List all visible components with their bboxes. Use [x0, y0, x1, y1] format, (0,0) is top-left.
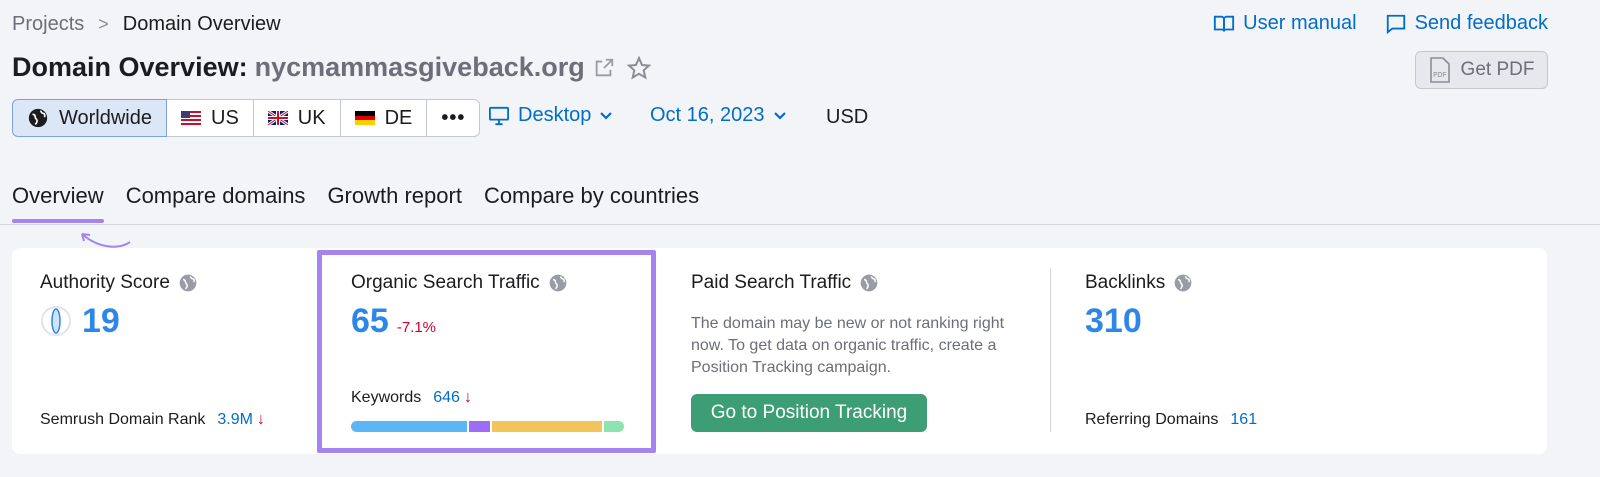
- desktop-icon: [489, 106, 509, 125]
- region-us-button[interactable]: US: [166, 99, 254, 137]
- send-feedback-label: Send feedback: [1414, 12, 1548, 34]
- tab-growth-report[interactable]: Growth report: [327, 183, 462, 223]
- region-de-button[interactable]: DE: [339, 99, 428, 137]
- organic-traffic-delta: -7.1%: [396, 319, 437, 336]
- bar-segment-4: [604, 421, 624, 432]
- go-to-position-tracking-button[interactable]: Go to Position Tracking: [691, 394, 927, 432]
- chevron-down-icon: [773, 111, 786, 120]
- get-pdf-button[interactable]: PDF Get PDF: [1415, 51, 1548, 89]
- user-manual-label: User manual: [1243, 12, 1357, 34]
- chevron-down-icon: [600, 111, 613, 120]
- keywords-value[interactable]: 646: [433, 389, 460, 407]
- star-icon[interactable]: [626, 55, 651, 80]
- organic-traffic-title: Organic Search Traffic: [351, 272, 568, 294]
- region-de-label: DE: [384, 106, 413, 129]
- page-title-label: Domain Overview:: [12, 52, 248, 82]
- region-worldwide-label: Worldwide: [59, 106, 152, 129]
- keywords-row: Keywords 646 ↓: [351, 389, 472, 407]
- svg-text:PDF: PDF: [1433, 71, 1447, 79]
- bar-segment-3: [492, 421, 602, 432]
- page-title-domain: nycmammasgiveback.org: [254, 52, 585, 82]
- date-dropdown[interactable]: Oct 16, 2023: [650, 104, 787, 127]
- region-uk-label: UK: [297, 106, 326, 129]
- pdf-file-icon: PDF: [1429, 57, 1450, 83]
- device-label: Desktop: [518, 104, 592, 126]
- tab-compare-domains[interactable]: Compare domains: [126, 183, 306, 223]
- metrics-divider: [1050, 268, 1051, 432]
- region-us-label: US: [211, 106, 239, 129]
- referring-domains-value[interactable]: 161: [1230, 411, 1257, 429]
- tab-overview[interactable]: Overview: [12, 183, 104, 223]
- domain-rank-row: Semrush Domain Rank 3.9M ↓: [40, 411, 265, 429]
- page-title: Domain Overview: nycmammasgiveback.org: [12, 52, 651, 83]
- currency-label: USD: [826, 106, 869, 128]
- de-flag-icon: [354, 111, 375, 125]
- authority-score-value: 19: [82, 302, 120, 340]
- breadcrumb-separator: >: [98, 14, 109, 34]
- more-regions-label: •••: [441, 106, 466, 129]
- tabs-divider: [0, 224, 1600, 225]
- referring-domains-label: Referring Domains: [1085, 411, 1219, 428]
- referring-domains-row: Referring Domains 161: [1085, 411, 1257, 429]
- breadcrumb-projects[interactable]: Projects: [12, 13, 84, 36]
- more-regions-button[interactable]: •••: [426, 99, 481, 137]
- user-manual-link[interactable]: User manual: [1213, 12, 1357, 35]
- organic-traffic-value[interactable]: 65: [351, 302, 389, 341]
- backlinks-label: Backlinks: [1085, 272, 1166, 293]
- keywords-label: Keywords: [351, 389, 422, 406]
- device-dropdown[interactable]: Desktop: [488, 104, 613, 127]
- organic-traffic-value-row: 65 -7.1%: [351, 302, 436, 341]
- region-selector: Worldwide US UK DE •••: [12, 99, 481, 137]
- authority-score-title: Authority Score: [40, 272, 198, 294]
- tab-bar: Overview Compare domains Growth report C…: [12, 183, 699, 223]
- backlinks-value[interactable]: 310: [1085, 302, 1142, 341]
- breadcrumb: Projects > Domain Overview: [12, 13, 281, 36]
- authority-score-label: Authority Score: [40, 272, 170, 293]
- send-feedback-link[interactable]: Send feedback: [1385, 12, 1548, 35]
- globe-icon: [549, 274, 567, 292]
- region-uk-button[interactable]: UK: [252, 99, 341, 137]
- bar-segment-2: [469, 421, 490, 432]
- tab-compare-by-countries[interactable]: Compare by countries: [484, 183, 699, 223]
- globe-icon: [1174, 274, 1192, 292]
- globe-icon: [179, 274, 197, 292]
- us-flag-icon: [181, 111, 201, 125]
- paid-traffic-label: Paid Search Traffic: [691, 272, 852, 293]
- external-link-icon[interactable]: [593, 57, 615, 79]
- top-links: User manual Send feedback: [1213, 12, 1548, 35]
- date-label: Oct 16, 2023: [650, 104, 765, 126]
- globe-icon: [860, 274, 878, 292]
- arrow-down-icon: ↓: [256, 411, 265, 428]
- domain-rank-value[interactable]: 3.9M: [217, 411, 253, 429]
- chat-bubble-icon: [1386, 14, 1405, 34]
- organic-traffic-label: Organic Search Traffic: [351, 272, 540, 293]
- book-icon: [1214, 15, 1235, 32]
- region-worldwide-button[interactable]: Worldwide: [12, 99, 167, 137]
- paid-traffic-title: Paid Search Traffic: [691, 272, 879, 294]
- get-pdf-label: Get PDF: [1460, 59, 1535, 80]
- globe-icon: [28, 108, 48, 128]
- breadcrumb-current: Domain Overview: [122, 13, 281, 35]
- paid-traffic-description: The domain may be new or not ranking rig…: [691, 315, 1005, 376]
- backlinks-title: Backlinks: [1085, 272, 1193, 294]
- uk-flag-icon: [267, 111, 288, 125]
- bar-segment-1: [351, 421, 467, 432]
- domain-rank-label: Semrush Domain Rank: [40, 411, 206, 428]
- keywords-distribution-bar: [351, 421, 624, 432]
- arrow-down-icon: ↓: [463, 389, 472, 406]
- authority-gauge-icon: [41, 306, 71, 336]
